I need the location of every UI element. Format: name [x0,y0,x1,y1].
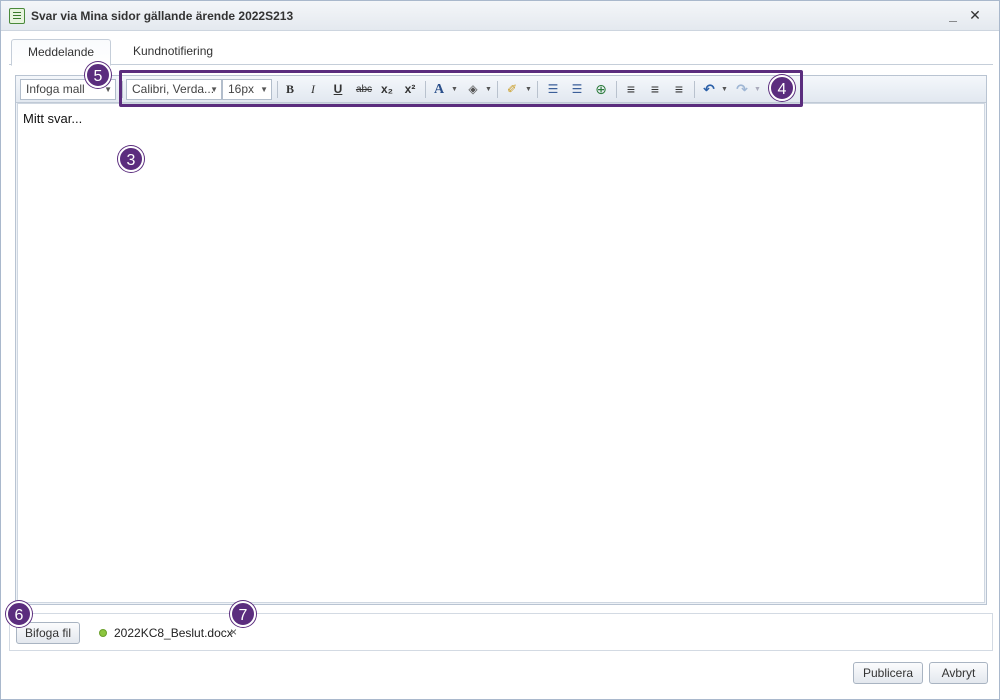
attach-file-button[interactable]: Bifoga fil [16,622,80,644]
publish-button[interactable]: Publicera [853,662,923,684]
editor-text: Mitt svar... [23,111,83,126]
remove-file-icon[interactable]: × [230,625,237,639]
callout-4: 4 [769,75,795,101]
template-dropdown-label: Infoga mall [26,82,85,96]
file-status-icon [99,629,107,637]
title-bar: Svar via Mina sidor gällande ärende 2022… [1,1,999,31]
callout-5: 5 [85,62,111,88]
attachment-bar: Bifoga fil 2022KC8_Beslut.docx × [9,613,993,651]
cancel-button[interactable]: Avbryt [929,662,988,684]
callout-7: 7 [230,601,256,627]
editor-content-area[interactable]: Mitt svar... [17,103,985,603]
tab-bar: Meddelande Kundnotifiering [9,39,993,66]
close-button[interactable]: ✕ [966,6,984,24]
minimize-button[interactable]: _ [944,6,962,24]
rich-text-editor: Infoga mall ▼ Calibri, Verda... ▼ 16px ▼… [15,75,987,605]
attached-file-name[interactable]: 2022KC8_Beslut.docx [114,626,233,640]
form-icon [9,8,25,24]
callout-6: 6 [6,601,32,627]
window-title: Svar via Mina sidor gällande ärende 2022… [31,9,294,23]
toolbar-highlight-frame [119,70,803,107]
dialog-window: Svar via Mina sidor gällande ärende 2022… [0,0,1000,700]
callout-3: 3 [118,146,144,172]
tab-kundnotifiering[interactable]: Kundnotifiering [117,39,229,65]
